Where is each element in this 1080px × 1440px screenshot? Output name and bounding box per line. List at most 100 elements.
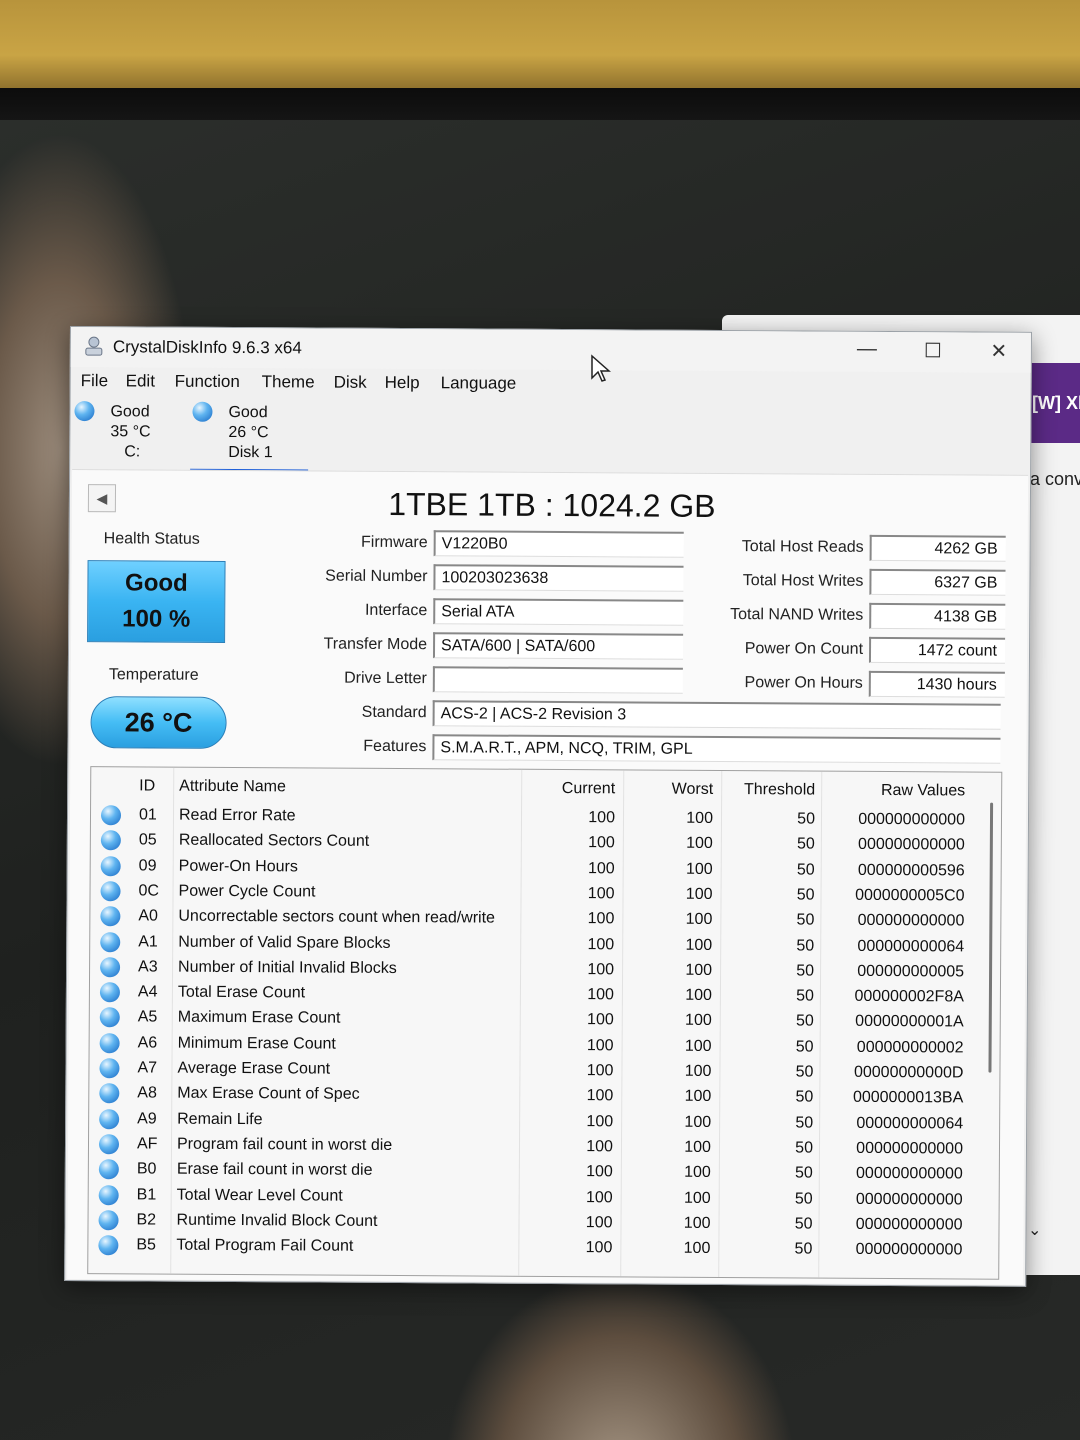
- status-orb-icon: [99, 982, 120, 1003]
- title-bar[interactable]: CrystalDiskInfo 9.6.3 x64 — ☐ ✕: [70, 327, 1031, 373]
- header-threshold[interactable]: Threshold: [727, 781, 815, 800]
- table-row[interactable]: B5 Total Program Fail Count 100 100 50 000000…: [88, 1233, 978, 1264]
- cell-raw-value: 000000000005: [857, 962, 965, 981]
- cell-raw-value: 000000000000: [858, 810, 966, 829]
- previous-disk-button[interactable]: ◀: [87, 484, 117, 513]
- header-id[interactable]: ID: [139, 777, 155, 795]
- status-orb-icon: [99, 1032, 120, 1054]
- cell-raw-value: 000000000000: [858, 836, 965, 854]
- features-value: S.M.A.R.T., APM, NCQ, TRIM, GPL: [432, 734, 1001, 764]
- cell-attribute-name: Runtime Invalid Block Count: [176, 1211, 378, 1230]
- table-header: ID Attribute Name Current Worst Threshol…: [91, 767, 1001, 809]
- cell-worst: 100: [685, 1012, 712, 1030]
- power-on-hours-label: Power On Hours: [744, 674, 863, 692]
- menu-file[interactable]: File: [81, 371, 109, 391]
- status-orb-icon: [100, 855, 121, 876]
- mouse-cursor-icon: [591, 354, 611, 382]
- cell-current: 100: [585, 1213, 613, 1232]
- cell-worst: 100: [684, 1062, 712, 1080]
- cell-attribute-name: Minimum Erase Count: [177, 1034, 336, 1053]
- status-orb-icon: [98, 1159, 119, 1180]
- smart-attributes-table[interactable]: ID Attribute Name Current Worst Threshol…: [87, 766, 1003, 1280]
- cell-threshold: 50: [797, 810, 816, 828]
- cell-attribute-name: Remain Life: [177, 1110, 263, 1128]
- header-worst[interactable]: Worst: [631, 780, 714, 799]
- cell-worst: 100: [685, 936, 713, 954]
- cell-current: 100: [586, 1138, 614, 1156]
- header-attribute-name[interactable]: Attribute Name: [179, 778, 286, 797]
- minimize-button[interactable]: —: [847, 338, 887, 366]
- nand-writes-label: Total NAND Writes: [730, 606, 864, 624]
- cell-raw-value: 0000000005C0: [855, 886, 965, 905]
- cell-raw-value: 000000000596: [857, 861, 965, 880]
- cell-id: B2: [136, 1211, 157, 1229]
- menu-edit[interactable]: Edit: [126, 371, 155, 391]
- cell-worst: 100: [685, 986, 712, 1005]
- cell-attribute-name: Average Erase Count: [177, 1059, 331, 1078]
- transfer-mode-value: SATA/600 | SATA/600: [432, 632, 684, 660]
- cell-threshold: 50: [795, 1088, 814, 1106]
- menu-function[interactable]: Function: [175, 372, 240, 392]
- status-orb-icon: [98, 1134, 120, 1155]
- nand-writes-value: 4138 GB: [869, 602, 1006, 630]
- cell-raw-value: 000000000000: [856, 1139, 964, 1158]
- status-orb-icon: [192, 401, 213, 422]
- cell-raw-value: 000000000000: [857, 912, 965, 930]
- menu-disk[interactable]: Disk: [334, 373, 367, 393]
- menu-help[interactable]: Help: [385, 373, 420, 393]
- header-current[interactable]: Current: [531, 780, 615, 799]
- table-scrollbar[interactable]: [988, 802, 994, 1073]
- maximize-button[interactable]: ☐: [913, 338, 953, 366]
- app-icon: [85, 336, 103, 356]
- cell-threshold: 50: [795, 1063, 814, 1081]
- cell-threshold: 50: [795, 1114, 814, 1132]
- disk-tab-status: Good: [110, 403, 150, 421]
- cell-id: A4: [137, 983, 158, 1001]
- cell-raw-value: 000000000000: [855, 1215, 963, 1234]
- disk-tab-c[interactable]: Good 35 °C C:: [72, 399, 202, 466]
- cell-current: 100: [587, 859, 615, 877]
- close-button[interactable]: ✕: [979, 339, 1019, 367]
- cell-id: A9: [137, 1110, 157, 1128]
- disk-tab-name: Disk 1: [228, 443, 273, 462]
- cell-id: A8: [137, 1084, 157, 1102]
- cell-threshold: 50: [796, 962, 815, 980]
- header-raw-values[interactable]: Raw Values: [831, 782, 965, 801]
- cell-id: AF: [136, 1135, 158, 1153]
- menu-language[interactable]: Language: [441, 373, 517, 393]
- menu-theme[interactable]: Theme: [262, 372, 315, 392]
- status-orb-icon: [100, 906, 121, 927]
- disk-tab-status: Good: [228, 403, 268, 422]
- temperature-button[interactable]: 26 °C: [90, 696, 227, 749]
- status-orb-icon: [100, 805, 122, 826]
- cell-id: A3: [138, 958, 158, 976]
- cell-current: 100: [586, 1163, 613, 1181]
- temperature-label: Temperature: [108, 666, 199, 684]
- status-orb-icon: [100, 931, 121, 952]
- cell-current: 100: [588, 834, 615, 852]
- standard-label: Standard: [361, 703, 427, 722]
- status-orb-icon: [100, 881, 121, 902]
- cell-worst: 100: [684, 1037, 712, 1055]
- cell-current: 100: [585, 1188, 613, 1206]
- chevron-down-icon[interactable]: ⌄: [1028, 1220, 1041, 1240]
- cell-threshold: 50: [796, 835, 815, 853]
- health-percent: 100 %: [122, 605, 191, 633]
- serial-value: 100203023638: [433, 564, 684, 592]
- drive-letter-value: [432, 666, 683, 694]
- power-on-count-label: Power On Count: [744, 640, 864, 658]
- cell-worst: 100: [685, 860, 713, 878]
- cell-id: B0: [136, 1160, 157, 1178]
- health-status-button[interactable]: Good 100 %: [87, 560, 226, 643]
- disk-info-panel: ◀ 1TBE 1TB : 1024.2 GB Health Status Goo…: [67, 469, 1029, 1285]
- cell-current: 100: [586, 1062, 614, 1080]
- disk-tab-disk1[interactable]: Good 26 °C Disk 1: [190, 400, 320, 473]
- cell-threshold: 50: [796, 886, 815, 904]
- cell-worst: 100: [685, 885, 713, 903]
- cell-raw-value: 000000000002: [856, 1038, 964, 1057]
- health-status-label: Health Status: [103, 530, 200, 548]
- crystaldiskinfo-window: CrystalDiskInfo 9.6.3 x64 — ☐ ✕ File Edi…: [64, 326, 1032, 1287]
- cell-current: 100: [587, 960, 615, 979]
- cell-id: 09: [138, 857, 157, 875]
- cell-current: 100: [588, 809, 616, 827]
